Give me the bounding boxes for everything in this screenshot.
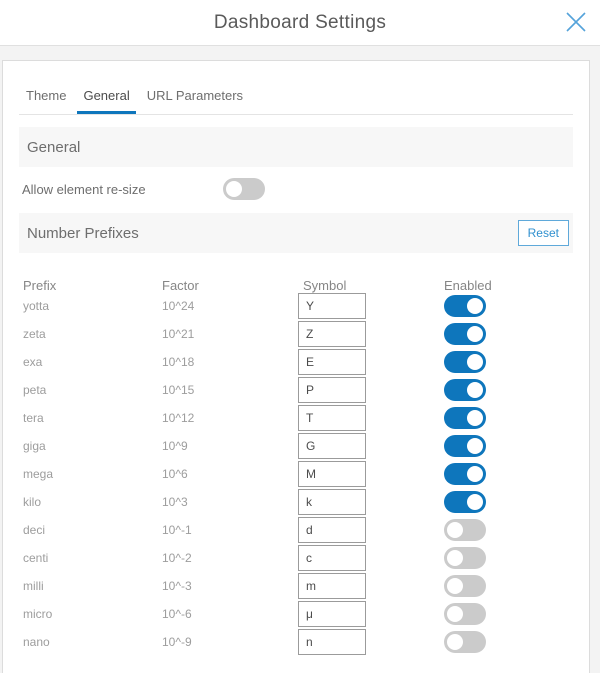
table-row: giga 10^9 <box>19 433 573 461</box>
factor-cell: 10^-1 <box>162 517 298 543</box>
symbol-input[interactable] <box>298 433 366 459</box>
table-row: centi 10^-2 <box>19 545 573 573</box>
number-prefixes-section-header: Number Prefixes Reset <box>19 213 573 253</box>
table-row: deci 10^-1 <box>19 517 573 545</box>
prefix-cell: peta <box>23 377 162 403</box>
prefix-table-header: Prefix Factor Symbol Enabled <box>19 278 573 293</box>
prefix-cell: milli <box>23 573 162 599</box>
symbol-input[interactable] <box>298 321 366 347</box>
factor-cell: 10^-9 <box>162 629 298 655</box>
tab-url-parameters[interactable]: URL Parameters <box>141 87 249 114</box>
enabled-toggle[interactable] <box>444 351 486 373</box>
prefix-cell: giga <box>23 433 162 459</box>
enabled-toggle[interactable] <box>444 491 486 513</box>
table-row: kilo 10^3 <box>19 489 573 517</box>
prefix-cell: nano <box>23 629 162 655</box>
prefix-cell: yotta <box>23 293 162 319</box>
enabled-toggle[interactable] <box>444 575 486 597</box>
reset-button[interactable]: Reset <box>518 220 569 246</box>
symbol-input[interactable] <box>298 293 366 319</box>
enabled-toggle[interactable] <box>444 323 486 345</box>
factor-cell: 10^3 <box>162 489 298 515</box>
table-row: tera 10^12 <box>19 405 573 433</box>
symbol-input[interactable] <box>298 545 366 571</box>
enabled-toggle[interactable] <box>444 631 486 653</box>
prefix-cell: zeta <box>23 321 162 347</box>
factor-cell: 10^18 <box>162 349 298 375</box>
tab-bar: Theme General URL Parameters <box>20 87 573 114</box>
symbol-input[interactable] <box>298 461 366 487</box>
factor-cell: 10^9 <box>162 433 298 459</box>
factor-cell: 10^12 <box>162 405 298 431</box>
factor-cell: 10^15 <box>162 377 298 403</box>
prefix-cell: kilo <box>23 489 162 515</box>
table-row: milli 10^-3 <box>19 573 573 601</box>
table-row: exa 10^18 <box>19 349 573 377</box>
prefix-cell: tera <box>23 405 162 431</box>
enabled-toggle[interactable] <box>444 603 486 625</box>
symbol-input[interactable] <box>298 377 366 403</box>
enabled-toggle[interactable] <box>444 463 486 485</box>
symbol-input[interactable] <box>298 573 366 599</box>
symbol-input[interactable] <box>298 405 366 431</box>
prefix-cell: deci <box>23 517 162 543</box>
column-header-symbol: Symbol <box>298 278 444 293</box>
enabled-toggle[interactable] <box>444 379 486 401</box>
enabled-toggle[interactable] <box>444 435 486 457</box>
enabled-toggle[interactable] <box>444 547 486 569</box>
dialog-header: Dashboard Settings <box>0 0 600 46</box>
table-row: micro 10^-6 <box>19 601 573 629</box>
prefix-cell: micro <box>23 601 162 627</box>
table-row: peta 10^15 <box>19 377 573 405</box>
column-header-enabled: Enabled <box>444 278 573 293</box>
table-row: zeta 10^21 <box>19 321 573 349</box>
symbol-input[interactable] <box>298 629 366 655</box>
allow-resize-label: Allow element re-size <box>22 182 223 197</box>
prefix-cell: mega <box>23 461 162 487</box>
factor-cell: 10^-3 <box>162 573 298 599</box>
column-header-prefix: Prefix <box>23 278 162 293</box>
factor-cell: 10^6 <box>162 461 298 487</box>
symbol-input[interactable] <box>298 517 366 543</box>
column-header-factor: Factor <box>162 278 298 293</box>
enabled-toggle[interactable] <box>444 407 486 429</box>
enabled-toggle[interactable] <box>444 295 486 317</box>
close-button[interactable] <box>565 11 587 33</box>
prefix-cell: exa <box>23 349 162 375</box>
general-section-title: General <box>27 139 80 156</box>
prefix-table-body: yotta 10^24 zeta 10^21 exa 10^18 peta 10… <box>19 293 573 657</box>
dialog-body: Theme General URL Parameters General All… <box>0 46 600 673</box>
table-row: mega 10^6 <box>19 461 573 489</box>
number-prefixes-section-title: Number Prefixes <box>27 225 139 242</box>
factor-cell: 10^-2 <box>162 545 298 571</box>
table-row: yotta 10^24 <box>19 293 573 321</box>
general-section-header: General <box>19 127 573 167</box>
factor-cell: 10^21 <box>162 321 298 347</box>
allow-resize-toggle[interactable] <box>223 178 265 200</box>
symbol-input[interactable] <box>298 601 366 627</box>
dialog-title: Dashboard Settings <box>0 0 600 45</box>
symbol-input[interactable] <box>298 349 366 375</box>
tab-general[interactable]: General <box>77 87 135 114</box>
table-row: nano 10^-9 <box>19 629 573 657</box>
prefix-cell: centi <box>23 545 162 571</box>
tab-theme[interactable]: Theme <box>20 87 72 114</box>
factor-cell: 10^-6 <box>162 601 298 627</box>
symbol-input[interactable] <box>298 489 366 515</box>
close-icon <box>565 11 587 33</box>
factor-cell: 10^24 <box>162 293 298 319</box>
tab-divider <box>19 114 573 115</box>
enabled-toggle[interactable] <box>444 519 486 541</box>
settings-panel: Theme General URL Parameters General All… <box>2 60 590 673</box>
allow-resize-row: Allow element re-size <box>19 177 573 201</box>
